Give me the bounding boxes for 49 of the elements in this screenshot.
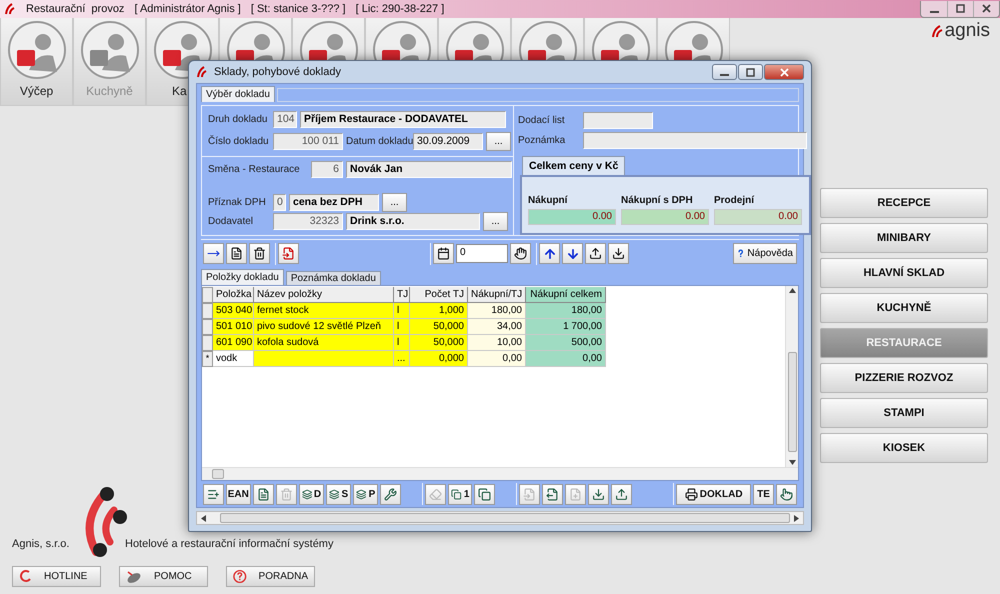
table-cell: 34,00 bbox=[468, 319, 526, 336]
table-cell: l bbox=[394, 303, 410, 320]
table-cell: 0,000 bbox=[410, 351, 468, 368]
total-field: 0.00 bbox=[621, 209, 709, 226]
column-header: TJ bbox=[394, 287, 410, 304]
column-header: Počet TJ bbox=[410, 287, 468, 304]
column-header: Název položky bbox=[254, 287, 394, 304]
table-cell: 180,00 bbox=[468, 303, 526, 320]
total-label: Prodejní bbox=[714, 195, 756, 206]
table-cell: l bbox=[394, 335, 410, 352]
company-name: Agnis, s.r.o. bbox=[12, 538, 70, 550]
table-cell: 501 010 bbox=[213, 319, 254, 336]
table-cell: 180,00 bbox=[526, 303, 606, 320]
field-label: Druh dokladu bbox=[208, 114, 268, 125]
field-label: Směna - Restaurace bbox=[208, 164, 301, 176]
user-label: [ Administrátor Agnis ] bbox=[134, 3, 241, 15]
table-cell: fernet stock bbox=[254, 303, 394, 320]
new-row-marker: * bbox=[202, 351, 213, 368]
table-cell: 0,00 bbox=[468, 351, 526, 368]
field-label: Příznak DPH bbox=[208, 197, 267, 208]
total-label: Nákupní bbox=[528, 195, 569, 206]
table-cell: l bbox=[394, 319, 410, 336]
table-cell: 50,000 bbox=[410, 335, 468, 352]
brand-name: agnis bbox=[944, 20, 990, 42]
table-cell: 50,000 bbox=[410, 319, 468, 336]
table-cell: 503 040 bbox=[213, 303, 254, 320]
total-label: Nákupní s DPH bbox=[621, 195, 694, 206]
table-cell: 1,000 bbox=[410, 303, 468, 320]
field-label: Číslo dokladu bbox=[208, 136, 270, 147]
total-field: 0.00 bbox=[714, 209, 802, 226]
table-cell: 601 090 bbox=[213, 335, 254, 352]
station-label: [ St: stanice 3-??? ] bbox=[250, 3, 346, 15]
license-label: [ Lic: 290-38-227 ] bbox=[356, 3, 444, 15]
table-cell: kofola sudová bbox=[254, 335, 394, 352]
table-cell: 500,00 bbox=[526, 335, 606, 352]
table-cell: 0,00 bbox=[526, 351, 606, 368]
field-label: Poznámka bbox=[518, 134, 566, 146]
company-tagline: Hotelové a restaurační informační systémy bbox=[125, 538, 334, 550]
table-cell: pivo sudové 12 světlé Plzeň bbox=[254, 319, 394, 336]
table-cell: 10,00 bbox=[468, 335, 526, 352]
column-header: Nákupní/TJ bbox=[468, 287, 526, 304]
app-title: Restaurační provoz bbox=[26, 3, 124, 15]
field-label: Dodací list bbox=[518, 114, 566, 126]
table-cell: 1 700,00 bbox=[526, 319, 606, 336]
table-cell: ... bbox=[394, 351, 410, 368]
field-label: Dodavatel bbox=[208, 216, 254, 228]
column-header: Nákupní celkem bbox=[526, 287, 606, 304]
total-field: 0.00 bbox=[528, 209, 616, 226]
column-header: Položka bbox=[213, 287, 254, 304]
